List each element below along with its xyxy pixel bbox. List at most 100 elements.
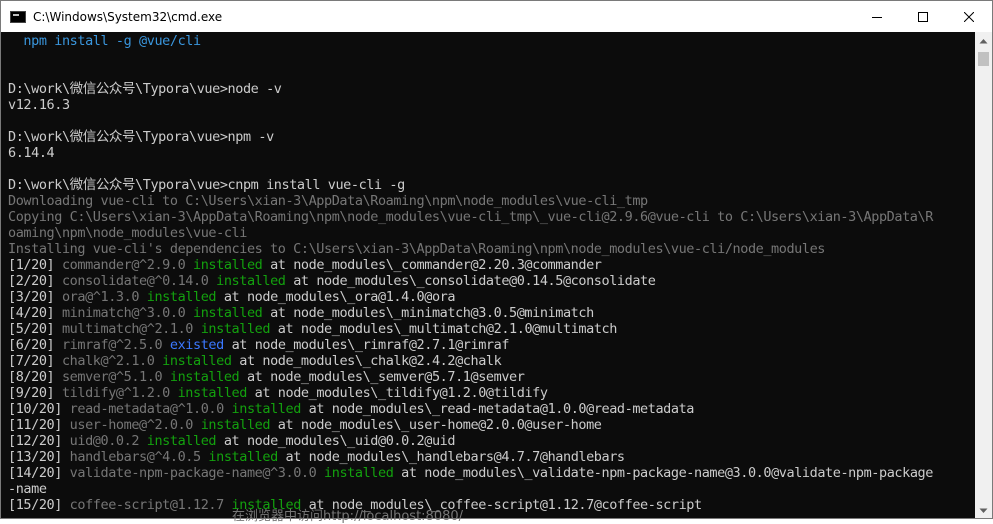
console-line: [14/20] validate-npm-package-name@^3.0.0… <box>8 465 933 481</box>
scroll-up-button[interactable] <box>975 32 992 49</box>
console-line-segment: installed <box>200 417 271 433</box>
console-line-segment: oaming\npm\node_modules\vue-cli <box>8 225 247 241</box>
console-line-segment: at node_modules\_semver@5.7.1@semver <box>239 369 525 385</box>
console-line-segment: read-metadata@^1.0.0 <box>69 401 232 417</box>
console-line-segment: at node_modules\_multimatch@2.1.0@multim… <box>270 321 618 337</box>
console-line-segment: D:\work\微信公众号\Typora\vue>npm -v <box>8 129 274 145</box>
console-line-segment: installed <box>324 465 394 481</box>
console-line: Copying C:\Users\xian-3\AppData\Roaming\… <box>8 209 933 225</box>
scrollbar-thumb[interactable] <box>978 52 989 66</box>
console-line: Downloading vue-cli to C:\Users\xian-3\A… <box>8 193 648 209</box>
console-line-segment: [6/20] <box>8 337 62 353</box>
maximize-button[interactable] <box>900 1 946 32</box>
title-bar[interactable]: C:\Windows\System32\cmd.exe <box>1 1 992 32</box>
console-line: [4/20] minimatch@^3.0.0 installed at nod… <box>8 305 594 321</box>
console-line-segment: semver@^5.1.0 <box>61 369 170 385</box>
console-line-segment: [3/20] <box>8 289 62 305</box>
console-line: D:\work\微信公众号\Typora\vue>cnpm install vu… <box>8 177 405 193</box>
console-line-segment: installed <box>177 385 248 401</box>
console-line-segment: [4/20] <box>8 305 62 321</box>
console-line-segment: npm install -g @vue/cli <box>8 33 201 49</box>
console-line-segment: at node_modules\_read-metadata@1.0.0@rea… <box>300 401 695 417</box>
console-line-segment: D:\work\微信公众号\Typora\vue>cnpm install vu… <box>8 177 405 193</box>
console-line-segment: installed <box>169 369 240 385</box>
console-line-segment: at node_modules\_chalk@2.4.2@chalk <box>231 353 502 369</box>
console-line: v12.16.3 <box>8 97 70 113</box>
console-line-segment: ora@^1.3.0 <box>61 289 147 305</box>
maximize-icon <box>918 11 928 22</box>
console-line: [5/20] multimatch@^2.1.0 installed at no… <box>8 321 617 337</box>
console-line: [9/20] tildify@^1.2.0 installed at node_… <box>8 385 548 401</box>
console-output[interactable]: npm install -g @vue/cli D:\work\微信公众号\Typ… <box>1 32 975 518</box>
console-line: D:\work\微信公众号\Typora\vue>node -v <box>8 81 282 97</box>
console-line: Installing vue-cli's dependencies to C:\… <box>8 241 825 257</box>
console-line-segment: at node_modules\_uid@0.0.2@uid <box>216 433 456 449</box>
console-line-segment: at node_modules\_minimatch@3.0.5@minimat… <box>262 305 594 321</box>
console-line-segment: -name <box>8 481 47 497</box>
window-title: C:\Windows\System32\cmd.exe <box>33 9 223 24</box>
cmd-window: C:\Windows\System32\cmd.exe npm install … <box>0 0 993 519</box>
console-line-segment: validate-npm-package-name@^3.0.0 <box>69 465 325 481</box>
console-line-segment: installed <box>193 305 263 321</box>
console-line-segment: [8/20] <box>8 369 62 385</box>
console-line-segment: Installing vue-cli's dependencies to C:\… <box>8 241 826 257</box>
console-line-segment: installed <box>146 289 217 305</box>
console-line-segment: [5/20] <box>8 321 62 337</box>
console-line-segment: coffee-script@1.12.7 <box>69 497 232 513</box>
vertical-scrollbar[interactable] <box>975 32 992 518</box>
console-line: [10/20] read-metadata@^1.0.0 installed a… <box>8 401 694 417</box>
minimize-button[interactable] <box>854 1 900 32</box>
console-line-segment: minimatch@^3.0.0 <box>61 305 193 321</box>
console-line-segment: at node_modules\_commander@2.20.3@comman… <box>262 257 602 273</box>
console-line-segment: v12.16.3 <box>8 97 70 113</box>
console-line-segment: rimraf@^2.5.0 <box>61 337 170 353</box>
console-line-segment: installed <box>216 273 286 289</box>
console-line-segment: consolidate@^0.14.0 <box>61 273 217 289</box>
console-line: D:\work\微信公众号\Typora\vue>npm -v <box>8 129 274 145</box>
console-line-segment: multimatch@^2.1.0 <box>61 321 201 337</box>
console-line: [13/20] handlebars@^4.0.5 installed at n… <box>8 449 625 465</box>
console-line-segment: [14/20] <box>8 465 70 481</box>
console-line-segment: [2/20] <box>8 273 62 289</box>
console-line-segment: [7/20] <box>8 353 62 369</box>
console-line-segment: [11/20] <box>8 417 70 433</box>
console-line-segment: installed <box>208 449 278 465</box>
cmd-icon[interactable] <box>10 10 26 23</box>
console-line: 6.14.4 <box>8 145 55 161</box>
console-line: oaming\npm\node_modules\vue-cli <box>8 225 247 241</box>
console-line-segment: at node_modules\_handlebars@4.7.7@handle… <box>277 449 626 465</box>
console-line: [6/20] rimraf@^2.5.0 existed at node_mod… <box>8 337 509 353</box>
console-line: [1/20] commander@^2.9.0 installed at nod… <box>8 257 602 273</box>
console-line: [3/20] ora@^1.3.0 installed at node_modu… <box>8 289 456 305</box>
console-line-segment: Downloading vue-cli to C:\Users\xian-3\A… <box>8 193 648 209</box>
console-line: [8/20] semver@^5.1.0 installed at node_m… <box>8 369 525 385</box>
console-line: [11/20] user-home@^2.0.0 installed at no… <box>8 417 602 433</box>
console-line-segment: [9/20] <box>8 385 62 401</box>
close-icon <box>964 11 974 22</box>
console-line-segment: installed <box>146 433 217 449</box>
scroll-up-arrow-icon <box>979 38 988 43</box>
console-line-segment: [10/20] <box>8 401 70 417</box>
console-line: npm install -g @vue/cli <box>8 33 201 49</box>
scroll-down-button[interactable] <box>975 502 992 518</box>
console-line-segment: installed <box>200 321 271 337</box>
close-button[interactable] <box>946 1 992 32</box>
console-line-segment: existed <box>169 337 224 353</box>
console-line-segment: tildify@^1.2.0 <box>61 385 178 401</box>
console-line-segment: [1/20] <box>8 257 62 273</box>
console-line-segment: D:\work\微信公众号\Typora\vue>node -v <box>8 81 282 97</box>
console-line-segment: at node_modules\_rimraf@2.7.1@rimraf <box>223 337 510 353</box>
console-line-segment: installed <box>231 401 302 417</box>
console-line-segment: installed <box>162 353 232 369</box>
console-line-segment: [12/20] <box>8 433 70 449</box>
console-line: [12/20] uid@0.0.2 installed at node_modu… <box>8 433 455 449</box>
console-line: -name <box>8 481 47 497</box>
background-page-text: 在浏览器中访问http://localhost:8080/ <box>232 509 464 524</box>
console-line-segment: at node_modules\_ora@1.4.0@ora <box>216 289 456 305</box>
console-line-segment: [13/20] <box>8 449 70 465</box>
console-line-segment: installed <box>193 257 263 273</box>
console-line: [2/20] consolidate@^0.14.0 installed at … <box>8 273 656 289</box>
console-line-segment: [15/20] <box>8 497 70 513</box>
console-line-segment: handlebars@^4.0.5 <box>69 449 209 465</box>
console-line-segment: at node_modules\_consolidate@0.14.5@cons… <box>285 273 656 289</box>
